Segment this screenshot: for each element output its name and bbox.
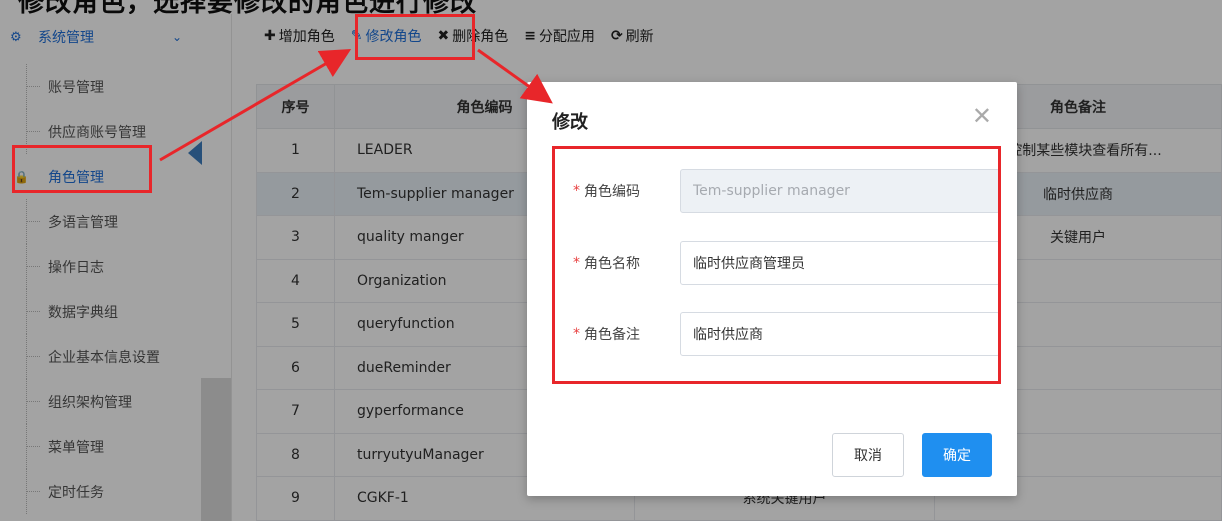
annotation-arrows xyxy=(159,48,553,162)
screen: 修改角色，选择要修改的角色进行修改 ⚙ 系统管理 ⌄ 账号管理 供应商账号管理 … xyxy=(0,0,1222,521)
annotation-arrow-to-edit xyxy=(159,48,352,162)
annotation-arrow-to-dialog xyxy=(477,48,553,104)
